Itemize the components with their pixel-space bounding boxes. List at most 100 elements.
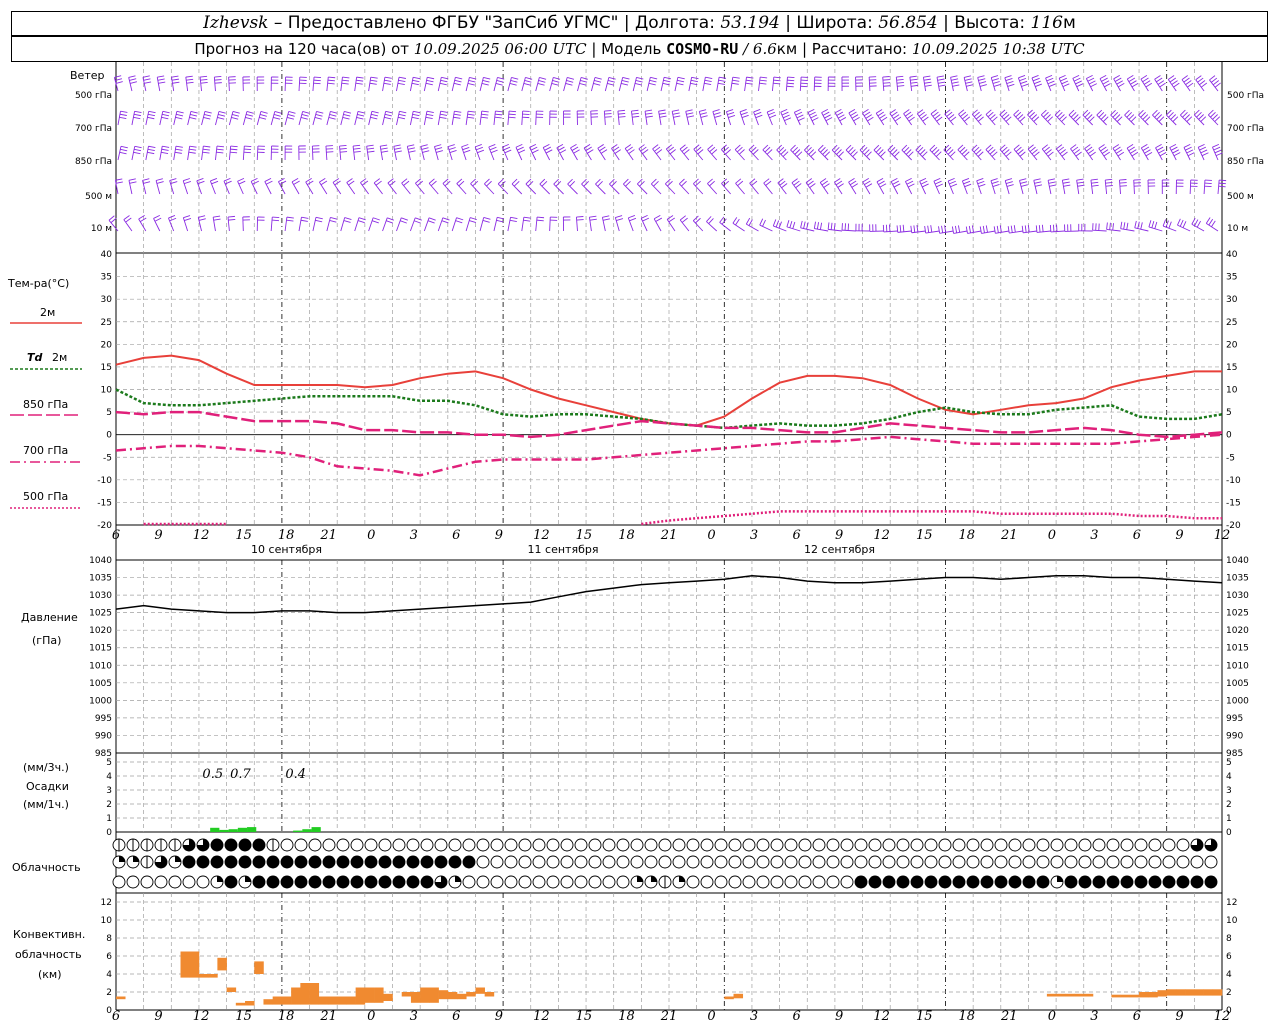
- wind-barb-flag: [891, 149, 898, 155]
- wind-barb-staff: [366, 146, 370, 161]
- wind-barb-flag: [162, 113, 170, 117]
- wind-barb-flag: [934, 114, 941, 120]
- cloud-circle: [798, 838, 812, 852]
- time-tick-label-bottom: 12: [533, 1009, 550, 1024]
- temp-tick-right: 15: [1226, 363, 1237, 373]
- cloud-circle: [504, 855, 518, 869]
- wind-barb: [702, 76, 713, 92]
- wind-barb: [637, 178, 648, 195]
- wind-barb: [999, 144, 1012, 161]
- wind-barb: [1147, 179, 1156, 195]
- wind-barb-flag: [559, 149, 567, 154]
- wind-barb-flag: [496, 79, 504, 83]
- wind-barb: [588, 215, 597, 232]
- wind-barb-flag: [739, 149, 745, 155]
- wind-barb-flag: [611, 181, 617, 187]
- cloud-cover-symbol: [840, 855, 854, 869]
- cloud-cover-symbol: [518, 855, 532, 869]
- wind-barb-flag: [929, 144, 936, 151]
- wind-barb-flag: [489, 146, 497, 151]
- cloud-circle: [112, 875, 126, 889]
- wind-barb-flag: [707, 144, 714, 150]
- wind-barb-flag: [539, 178, 546, 185]
- wind-barb-staff: [549, 77, 554, 92]
- time-tick-label: 6: [1133, 528, 1141, 543]
- wind-barb-flag: [1075, 80, 1082, 85]
- wind-barb-flag: [961, 149, 968, 155]
- wind-barb-flag: [129, 78, 137, 81]
- wind-barb-flag: [951, 81, 959, 84]
- wind-barb: [919, 177, 929, 195]
- wind-barb: [793, 108, 805, 126]
- time-tick-label: 12: [1214, 528, 1231, 543]
- wind-barb-flag: [745, 217, 751, 225]
- wind-barb-flag: [604, 116, 612, 118]
- wind-barb-flag: [1140, 112, 1146, 118]
- wind-barb-flag: [990, 178, 998, 182]
- wind-barb-flag: [1090, 83, 1097, 88]
- wind-barb: [623, 178, 634, 195]
- wind-barb: [549, 216, 558, 232]
- wind-barb: [1193, 109, 1207, 126]
- wind-barb-flag: [1170, 114, 1177, 120]
- conv-cloud-bar: [1212, 989, 1223, 996]
- cloud-cover-symbol: [1106, 838, 1120, 852]
- conv-cloud-bar: [189, 951, 200, 978]
- wind-barb: [173, 110, 184, 126]
- wind-barb-flag: [1145, 151, 1153, 157]
- wind-barb-flag: [1168, 221, 1172, 229]
- wind-barb-flag: [1102, 80, 1110, 85]
- cloud-circle: [728, 855, 742, 869]
- wind-barb-flag: [861, 147, 868, 153]
- cloud-cover-symbol: [210, 855, 224, 869]
- wind-barb: [318, 178, 328, 195]
- cloud-circle: [1050, 855, 1064, 869]
- wind-barb: [1078, 223, 1093, 232]
- precip-title: Осадки: [26, 780, 69, 793]
- wind-barb-staff: [339, 146, 342, 161]
- wind-barb-flag: [645, 115, 653, 118]
- wind-barb: [507, 110, 517, 126]
- cloud-circle: [546, 875, 560, 889]
- wind-barb: [889, 109, 902, 126]
- wind-barb-flag: [803, 221, 806, 229]
- wind-barb: [270, 76, 279, 92]
- wind-barb: [807, 108, 819, 126]
- wind-barb: [117, 145, 128, 161]
- cloud-cover-symbol: [714, 838, 728, 852]
- wind-barb-staff: [1134, 227, 1149, 232]
- wind-barb-flag: [985, 225, 988, 233]
- wind-barb-flag: [735, 218, 740, 226]
- cloud-circle: [1008, 838, 1022, 852]
- wind-barb-flag: [511, 77, 519, 80]
- cloud-circle: [630, 838, 644, 852]
- legend-t2m-label: 2м: [40, 306, 55, 319]
- wind-barb-flag: [1200, 149, 1208, 154]
- cloud-circle: [770, 838, 784, 852]
- wind-barb-flag: [252, 180, 260, 185]
- wind-barb-flag: [1183, 77, 1190, 83]
- wind-barb-flag: [780, 108, 788, 113]
- wind-barb-flag: [1214, 116, 1221, 122]
- wind-barb: [693, 178, 704, 195]
- wind-barb: [1209, 75, 1221, 92]
- wind-barb-flag: [169, 178, 177, 182]
- cloud-circle: [1008, 875, 1022, 889]
- wind-barb-flag: [1199, 80, 1206, 86]
- cloud-cover-symbol: [1036, 875, 1050, 889]
- wind-barb-staff: [451, 217, 457, 232]
- wind-barb-flag: [553, 178, 559, 185]
- wind-barb-flag: [862, 178, 870, 183]
- wind-barb-flag: [1209, 75, 1216, 81]
- wind-barb: [138, 215, 147, 232]
- wind-barb-staff: [479, 77, 484, 92]
- temp-series-line: [143, 510, 1222, 526]
- wind-barb: [979, 225, 996, 234]
- wind-barb-flag: [481, 82, 489, 86]
- wind-barb: [382, 76, 392, 92]
- wind-barb-flag: [903, 146, 910, 153]
- wind-barb: [201, 145, 211, 161]
- wind-barb: [712, 109, 722, 126]
- cloud-circle: [392, 855, 406, 869]
- wind-barb-flag: [1005, 116, 1012, 122]
